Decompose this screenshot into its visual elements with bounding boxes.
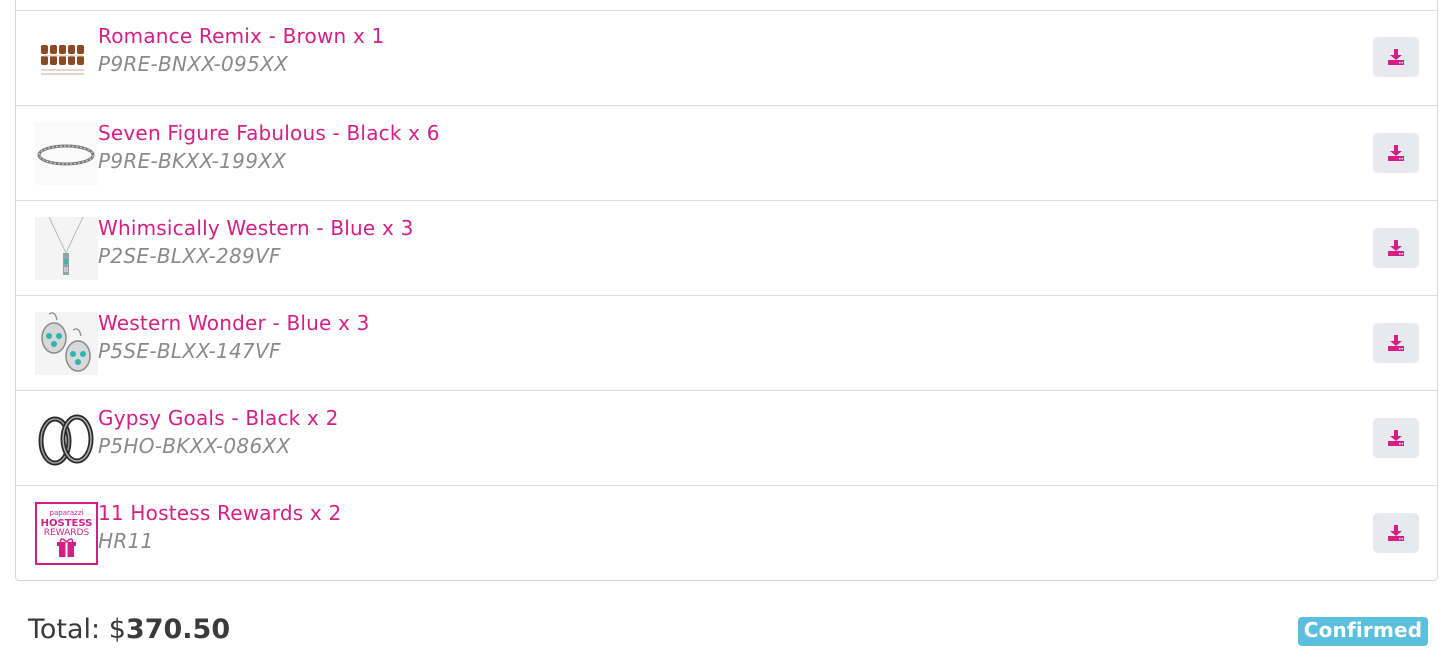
item-sku: P9RE-BNXX-095XX [98,52,289,76]
download-icon [1388,335,1404,351]
item-title[interactable]: 11 Hostess Rewards x 2 [98,499,341,527]
list-item: Whimsically Western - Blue x 3 P2SE-BLXX… [16,200,1437,295]
item-title[interactable]: Whimsically Western - Blue x 3 [98,214,414,242]
total-label: Total: $ [28,614,126,645]
download-button[interactable] [1373,37,1419,77]
status-badge: Confirmed [1298,617,1428,646]
download-icon [1388,49,1404,65]
download-button[interactable] [1373,133,1419,173]
download-button[interactable] [1373,513,1419,553]
download-icon [1388,145,1404,161]
item-sku: HR11 [98,529,154,553]
list-item: Seven Figure Fabulous - Black x 6 P9RE-B… [16,105,1437,200]
item-title[interactable]: Western Wonder - Blue x 3 [98,309,370,337]
total-amount: 370.50 [125,614,231,645]
download-icon [1388,430,1404,446]
order-total: Total: $370.50 [28,614,230,645]
item-sku: P2SE-BLXX-289VF [98,244,281,268]
svg-text:paparazzi: paparazzi [50,509,84,517]
item-sku: P9RE-BKXX-199XX [98,149,287,173]
download-button[interactable] [1373,228,1419,268]
bracelet-silver-thumbnail [35,122,98,185]
earrings-thumbnail [35,312,98,375]
item-title[interactable]: Seven Figure Fabulous - Black x 6 [98,119,440,147]
item-title[interactable]: Romance Remix - Brown x 1 [98,22,384,50]
item-sku: P5SE-BLXX-147VF [98,339,281,363]
list-item: paparazzi HOSTESS REWARDS 11 Hostess Rew… [16,485,1437,580]
bracelet-brown-thumbnail [35,26,98,89]
necklace-thumbnail [35,217,98,280]
order-items-list: Romance Remix - Brown x 1 P9RE-BNXX-095X… [15,0,1438,581]
download-icon [1388,525,1404,541]
svg-text:REWARDS: REWARDS [44,528,90,538]
item-title[interactable]: Gypsy Goals - Black x 2 [98,404,339,432]
download-button[interactable] [1373,323,1419,363]
download-button[interactable] [1373,418,1419,458]
list-item: Romance Remix - Brown x 1 P9RE-BNXX-095X… [16,0,1437,105]
hoop-earrings-thumbnail [35,407,98,470]
item-sku: P5HO-BKXX-086XX [98,434,291,458]
list-item: Gypsy Goals - Black x 2 P5HO-BKXX-086XX [16,390,1437,485]
hostess-rewards-thumbnail: paparazzi HOSTESS REWARDS [35,502,98,565]
list-item: Western Wonder - Blue x 3 P5SE-BLXX-147V… [16,295,1437,390]
download-icon [1388,240,1404,256]
